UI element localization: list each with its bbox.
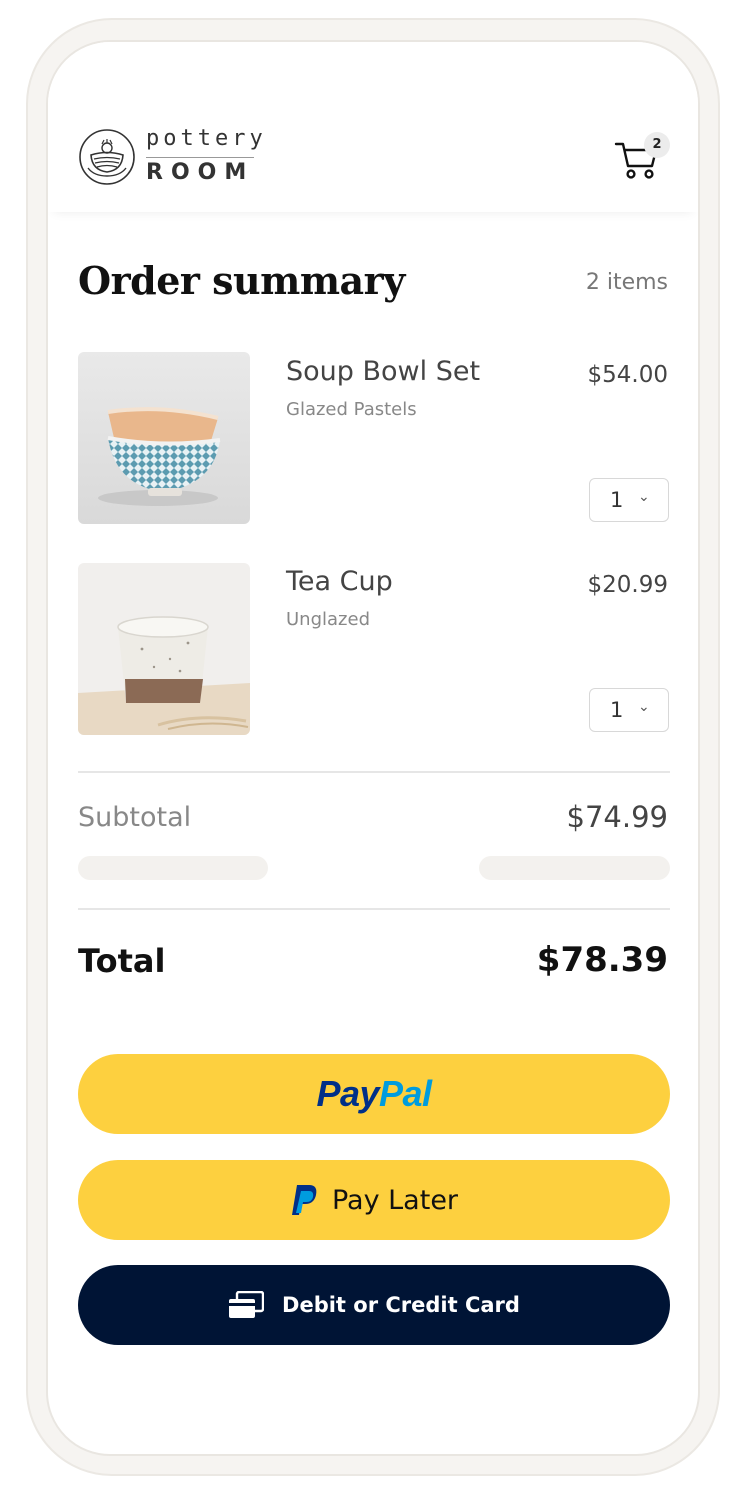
chevron-down-icon: ⌄ [638,489,650,505]
loading-placeholder [479,856,670,880]
quantity-value: 1 [610,488,624,512]
brand-divider [146,157,254,158]
quantity-select[interactable]: 1 ⌄ [589,688,669,732]
debit-credit-card-button[interactable]: Debit or Credit Card [78,1265,670,1345]
item-name[interactable]: Soup Bowl Set [286,356,480,387]
product-image-soup-bowl[interactable] [78,352,250,524]
brand-name-line1: pottery [146,126,267,151]
pay-later-button[interactable]: Pay Later [78,1160,670,1240]
phone-screen: pottery ROOM 2 Order summary 2 items Sou… [46,40,700,1456]
divider [78,771,670,773]
loading-placeholder [78,856,268,880]
quantity-select[interactable]: 1 ⌄ [589,478,669,522]
page-title: Order summary [78,258,405,303]
cart-count-badge: 2 [644,132,670,158]
app-header: pottery ROOM 2 [48,42,698,212]
subtotal-value: $74.99 [566,800,668,834]
pottery-logo-icon [79,129,135,185]
quantity-value: 1 [610,698,624,722]
product-image-tea-cup[interactable] [78,563,250,735]
paypal-button[interactable]: PayPal [78,1054,670,1134]
item-variant: Unglazed [286,609,370,630]
credit-card-icon [229,1291,265,1318]
pay-later-label: Pay Later [331,1184,459,1216]
item-name[interactable]: Tea Cup [286,566,393,597]
subtotal-label: Subtotal [78,802,192,833]
chevron-down-icon: ⌄ [638,699,650,715]
brand-name-line2: ROOM [146,160,255,185]
item-count: 2 items [585,270,668,295]
item-price: $54.00 [587,362,668,388]
total-label: Total [78,942,166,980]
total-value: $78.39 [536,940,668,980]
item-variant: Glazed Pastels [286,399,417,420]
paypal-logo: PayPal [316,1073,432,1114]
debit-credit-card-label: Debit or Credit Card [282,1293,520,1317]
paypal-p-icon [291,1185,317,1215]
item-price: $20.99 [587,572,668,598]
divider [78,908,670,910]
